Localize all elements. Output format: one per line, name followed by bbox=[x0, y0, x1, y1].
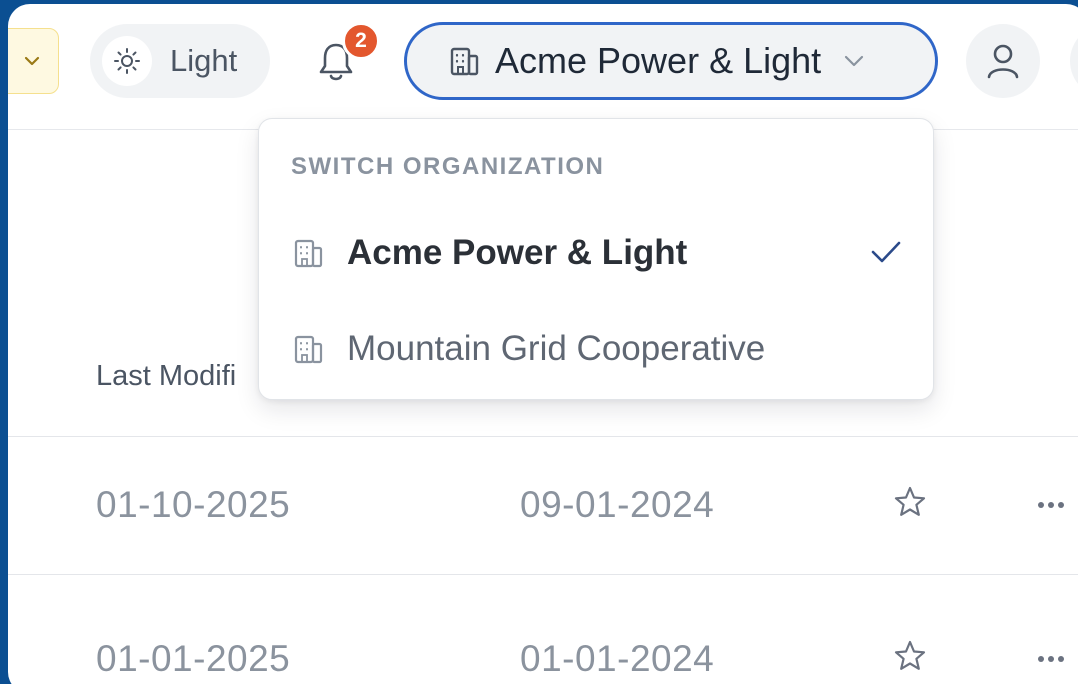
check-icon bbox=[871, 241, 901, 263]
column-header-last-modified[interactable]: Last Modifi bbox=[96, 360, 236, 393]
building-icon bbox=[450, 47, 479, 76]
organization-dropdown-menu: SWITCH ORGANIZATION Acme Power & Light M… bbox=[258, 118, 934, 400]
favorite-star-icon[interactable] bbox=[890, 482, 930, 522]
user-icon bbox=[987, 44, 1019, 79]
building-icon bbox=[294, 239, 323, 268]
org-option-label: Mountain Grid Cooperative bbox=[347, 329, 766, 368]
user-menu-button[interactable] bbox=[966, 24, 1040, 98]
cell-created: 09-01-2024 bbox=[520, 484, 715, 525]
row-actions-more-icon[interactable] bbox=[1038, 656, 1064, 662]
sun-icon bbox=[102, 36, 152, 86]
building-icon bbox=[294, 335, 323, 364]
theme-label: Light bbox=[170, 43, 238, 78]
notification-badge: 2 bbox=[342, 22, 380, 60]
favorite-star-icon[interactable] bbox=[890, 636, 930, 676]
cell-last-modified: 01-10-2025 bbox=[96, 484, 291, 525]
org-option-mountain-grid-cooperative[interactable]: Mountain Grid Cooperative bbox=[259, 309, 933, 389]
app-window: Light 2 Acme Power & Light Last Modifi 0… bbox=[8, 4, 1078, 684]
chevron-down-icon bbox=[24, 56, 40, 66]
org-option-acme-power-light[interactable]: Acme Power & Light bbox=[259, 213, 933, 293]
cell-last-modified: 01-01-2025 bbox=[96, 638, 291, 679]
cell-created: 01-01-2024 bbox=[520, 638, 715, 679]
top-bar: Light 2 Acme Power & Light bbox=[8, 4, 1078, 130]
filter-dropdown[interactable] bbox=[8, 28, 59, 94]
org-option-label: Acme Power & Light bbox=[347, 233, 688, 272]
chevron-down-icon bbox=[845, 55, 864, 67]
organization-switcher[interactable]: Acme Power & Light bbox=[404, 22, 938, 100]
dropdown-section-title: SWITCH ORGANIZATION bbox=[291, 153, 605, 180]
row-divider bbox=[8, 436, 1078, 437]
theme-toggle[interactable]: Light bbox=[90, 24, 270, 98]
row-divider bbox=[8, 574, 1078, 575]
row-actions-more-icon[interactable] bbox=[1038, 502, 1064, 508]
overflow-header-button[interactable] bbox=[1070, 24, 1078, 98]
current-organization-name: Acme Power & Light bbox=[495, 40, 822, 81]
